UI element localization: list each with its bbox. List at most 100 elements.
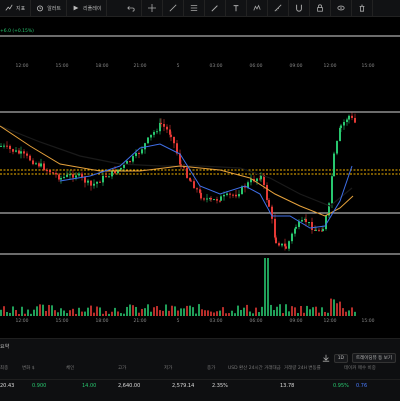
volume-bar <box>207 310 209 316</box>
lock-icon[interactable] <box>310 0 332 16</box>
volume-bar <box>288 311 290 316</box>
candle-body <box>333 153 335 177</box>
volume-bar <box>150 311 152 316</box>
candle-body <box>12 149 14 152</box>
volume-bar <box>153 307 155 316</box>
candle-body <box>150 134 152 138</box>
volume-bar <box>36 306 38 316</box>
toolbar-item-alerts[interactable]: 알러트 <box>31 0 68 16</box>
tradingview-link[interactable]: 트레이딩뷰 등 보기 <box>352 353 396 363</box>
candle-body <box>58 174 60 180</box>
volume-bar <box>342 308 344 316</box>
volume-bar <box>294 307 296 316</box>
time-axis-label-bottom: 21:00 <box>134 318 147 324</box>
volume-bar <box>105 311 107 316</box>
candle-body <box>232 194 234 196</box>
candle-body <box>220 196 222 201</box>
volume-bar <box>120 313 122 316</box>
candle-body <box>160 122 162 124</box>
candle-body <box>216 199 218 201</box>
candle-body <box>238 194 240 197</box>
volume-bar <box>270 304 272 316</box>
candle-body <box>256 178 258 182</box>
volume-bar <box>66 313 68 316</box>
eye-icon[interactable] <box>331 0 353 16</box>
volume-bar <box>48 304 50 316</box>
volume-bar <box>276 306 278 316</box>
time-axis-label-top: 18:00 <box>96 63 109 69</box>
volume-bar <box>180 308 182 316</box>
fib-icon[interactable] <box>184 0 206 16</box>
volume-bar <box>249 311 251 316</box>
volume-bar <box>15 310 17 316</box>
volume-bar <box>114 307 116 316</box>
candle-body <box>108 176 110 178</box>
volume-bar <box>312 307 314 316</box>
toolbar-item-replay[interactable]: 리플레이 <box>67 0 108 16</box>
candle-body <box>63 176 65 178</box>
volume-bar <box>204 310 206 316</box>
value-cell: 2,579.14 <box>172 383 195 389</box>
undo-icon[interactable] <box>121 0 143 16</box>
time-axis-label-bottom: 15:00 <box>362 318 375 324</box>
volume-bar <box>228 313 230 316</box>
volume-bar <box>171 305 173 316</box>
candle-body <box>213 199 215 201</box>
candle-body <box>291 233 293 242</box>
volume-bar <box>159 310 161 316</box>
pattern-icon[interactable] <box>247 0 269 16</box>
candle-body <box>129 161 131 163</box>
candle-body <box>78 173 80 176</box>
time-axis-label-top: 15:00 <box>56 63 69 69</box>
volume-bar <box>39 304 41 316</box>
candle-body <box>308 222 310 224</box>
ruler-icon[interactable] <box>268 0 290 16</box>
time-axis-label-bottom: 5 <box>177 318 180 324</box>
volume-bar <box>156 306 158 316</box>
candle-body <box>173 136 175 144</box>
trendline-icon[interactable] <box>163 0 185 16</box>
volume-bar <box>102 313 104 316</box>
volume-bar <box>18 313 20 316</box>
crosshair-icon[interactable] <box>142 0 164 16</box>
candle-body <box>153 132 155 135</box>
volume-bar <box>165 304 167 316</box>
download-icon[interactable] <box>322 354 330 362</box>
time-axis-label-top: 21:00 <box>134 63 147 69</box>
time-axis-label-bottom: 18:00 <box>96 318 109 324</box>
candle-body <box>294 228 296 234</box>
ma-mid-line <box>0 125 354 217</box>
volume-bar <box>9 312 11 316</box>
brush-icon[interactable] <box>205 0 227 16</box>
volume-bar <box>72 308 74 316</box>
volume-bar <box>339 301 341 316</box>
volume-bar <box>27 309 29 316</box>
volume-bar <box>225 313 227 316</box>
price-chart[interactable]: 12:00 15:00 18:00 21:00 5 03:00 06:00 09:00 12:0… <box>0 16 400 338</box>
volume-bar <box>303 312 305 316</box>
candlestick-chart[interactable]: 12:00 15:00 18:00 21:00 5 03:00 06:00 09:00 12:0… <box>0 16 400 338</box>
period-dropdown[interactable]: 1D <box>333 353 349 363</box>
candle-body <box>210 198 212 200</box>
text-icon[interactable] <box>226 0 248 16</box>
volume-bar <box>201 309 203 316</box>
volume-bar <box>57 312 59 316</box>
volume-bar <box>117 311 119 316</box>
time-axis-label-bottom: 12:00 <box>324 318 337 324</box>
candle-body <box>281 243 283 246</box>
toolbar-item-indicators[interactable]: 지표 <box>0 0 32 16</box>
value-cell: 2,640.00 <box>118 383 141 389</box>
trash-icon[interactable] <box>352 0 374 16</box>
panel-title[interactable]: 요약 <box>0 343 9 350</box>
magnet-icon[interactable] <box>289 0 311 16</box>
volume-bar <box>237 305 239 316</box>
value-cell: 0.900 <box>32 383 47 389</box>
volume-bar <box>60 308 62 316</box>
candle-body <box>186 167 188 178</box>
stats-header-row: 최종 변화 $ 체인 고가 저가 종가 USD 환산 24시간 거래대금 거래량… <box>0 365 400 377</box>
volume-bar <box>162 310 164 316</box>
candle-body <box>163 123 165 127</box>
candle-body <box>348 115 350 120</box>
candle-body <box>223 194 225 197</box>
volume-bar <box>183 308 185 316</box>
